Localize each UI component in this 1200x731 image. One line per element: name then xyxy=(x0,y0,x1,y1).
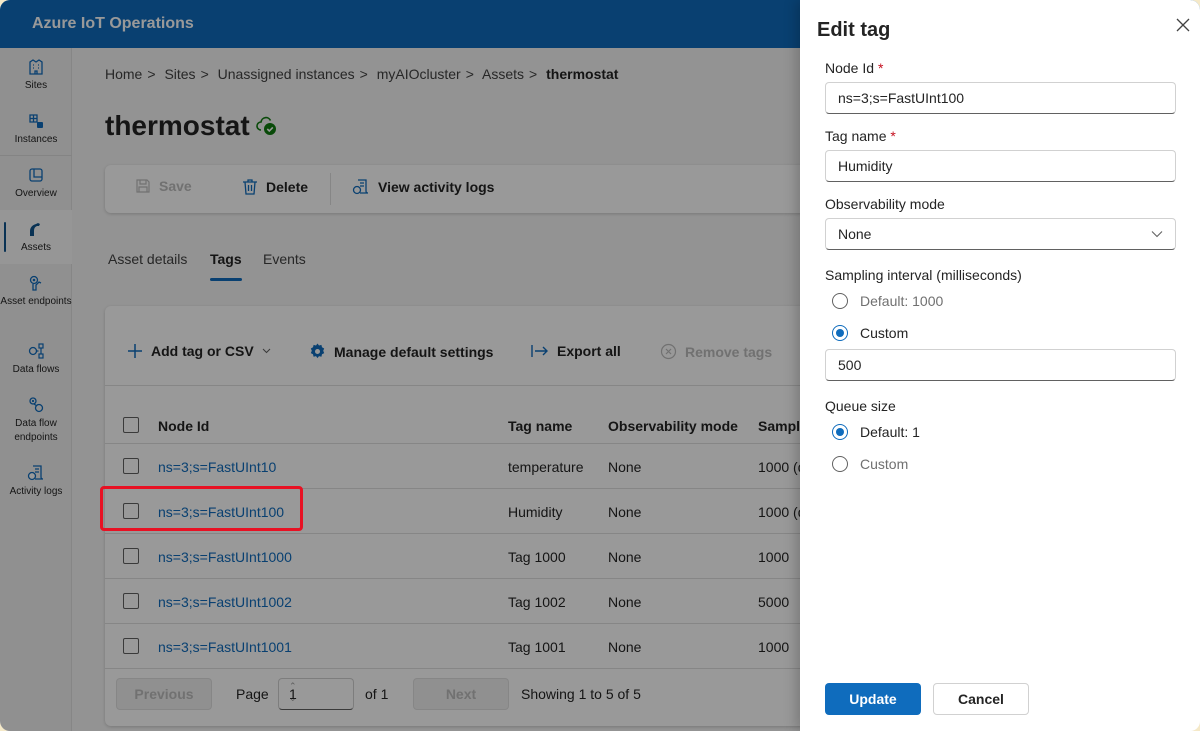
radio-label: Custom xyxy=(860,325,909,341)
node-id-input[interactable]: ns=3;s=FastUInt100 xyxy=(825,82,1176,114)
queue-custom-radio[interactable]: Custom xyxy=(832,456,908,472)
required-marker: * xyxy=(890,128,896,144)
required-marker: * xyxy=(877,60,884,76)
sampling-default-radio[interactable]: Default: 1000 xyxy=(832,293,943,309)
sampling-custom-radio[interactable]: Custom xyxy=(832,325,908,341)
radio-circle xyxy=(832,456,848,472)
radio-label: Default: 1 xyxy=(860,424,920,440)
edit-tag-panel: Edit tag Node Id * ns=3;s=FastUInt100 Ta… xyxy=(800,0,1200,731)
queue-size-label: Queue size xyxy=(825,398,896,414)
radio-label: Default: 1000 xyxy=(860,293,944,309)
radio-label: Custom xyxy=(860,456,909,472)
tag-name-input[interactable]: Humidity xyxy=(825,150,1176,182)
sampling-interval-label: Sampling interval (milliseconds) xyxy=(825,267,1022,283)
observability-mode-dropdown[interactable]: None xyxy=(825,218,1176,250)
observability-mode-value: None xyxy=(838,226,872,242)
sampling-interval-input[interactable]: 500 xyxy=(825,349,1176,381)
close-icon[interactable] xyxy=(1172,14,1194,36)
tag-name-label: Tag name * xyxy=(825,128,896,144)
radio-circle xyxy=(832,325,848,341)
cancel-button[interactable]: Cancel xyxy=(933,683,1029,715)
chevron-down-icon xyxy=(1151,231,1163,238)
panel-title: Edit tag xyxy=(817,19,891,41)
update-button[interactable]: Update xyxy=(825,683,921,715)
highlight-annotation xyxy=(100,486,303,531)
app-window: Azure IoT Operations Sites Instances Ove… xyxy=(0,0,1200,731)
observability-mode-label: Observability mode xyxy=(825,196,945,212)
tag-name-label-text: Tag name xyxy=(825,128,887,144)
node-id-label-text: Node Id xyxy=(825,60,875,76)
radio-circle xyxy=(832,424,848,440)
modal-overlay[interactable] xyxy=(0,0,800,731)
queue-default-radio[interactable]: Default: 1 xyxy=(832,424,920,440)
node-id-label: Node Id * xyxy=(825,60,883,76)
radio-circle xyxy=(832,293,848,309)
